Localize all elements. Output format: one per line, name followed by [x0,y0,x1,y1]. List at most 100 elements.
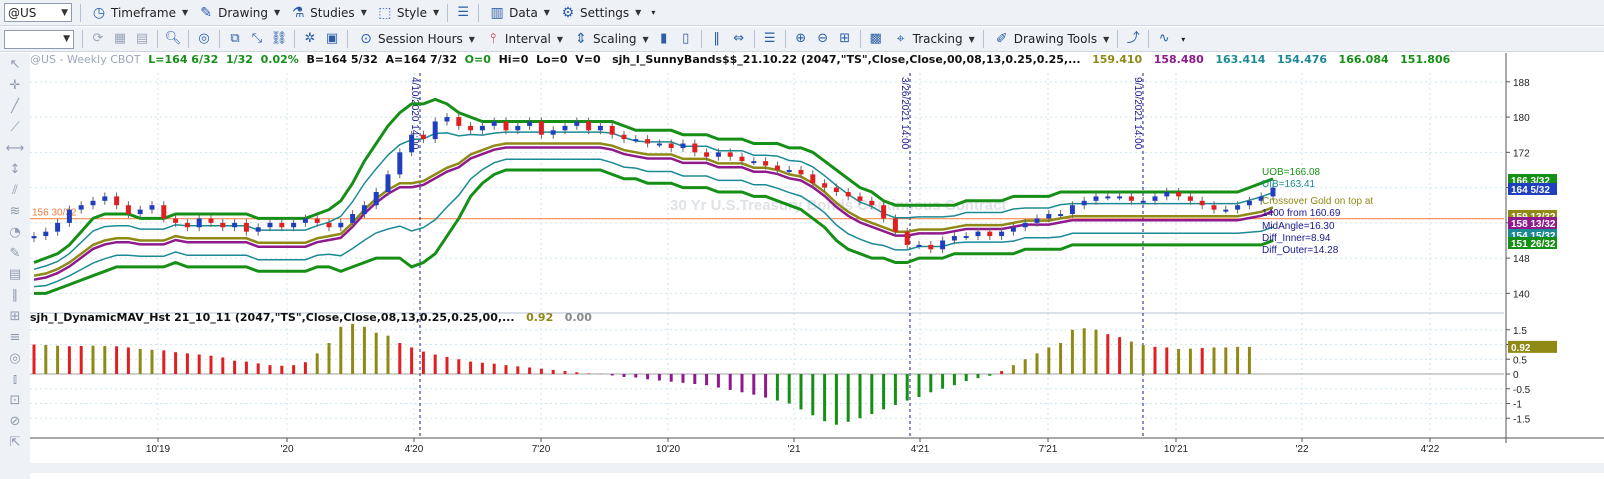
price-bar-body[interactable] [161,205,167,219]
overflow-chevron-icon[interactable]: ▾ [1177,28,1189,50]
price-bar-body[interactable] [432,121,438,140]
price-bar-body[interactable] [291,222,297,228]
price-bar-body[interactable] [751,161,757,164]
price-bar-body[interactable] [66,209,72,223]
compress-icon[interactable]: ⇔ [730,30,748,48]
price-bar-body[interactable] [586,121,592,131]
price-bar-body[interactable] [656,143,662,146]
price-bar-body[interactable] [810,174,816,184]
price-bar-body[interactable] [373,192,379,206]
price-bar-body[interactable] [928,244,934,250]
price-bar-body[interactable] [196,218,202,228]
grid-icon[interactable]: ▦ [111,30,129,48]
price-bar-body[interactable] [715,152,721,157]
data-menu[interactable]: ▥ Data ▼ [485,2,554,24]
price-bar-body[interactable] [963,236,969,239]
price-bar-body[interactable] [527,121,533,126]
lines-tool-icon[interactable]: ≡ [4,329,26,347]
price-bar-body[interactable] [951,236,957,241]
price-bar-body[interactable] [232,222,238,228]
price-bar-body[interactable] [1058,214,1064,217]
zoom-in-icon[interactable]: ⊕ [792,30,810,48]
zoom-fit-icon[interactable]: ⊞ [836,30,854,48]
price-bar-body[interactable] [220,222,226,228]
price-bar-body[interactable] [279,222,285,228]
price-bar-body[interactable] [173,218,179,223]
price-bar-body[interactable] [1223,209,1229,212]
vertical-line-icon[interactable]: ↕ [4,161,26,179]
price-bar-body[interactable] [1187,196,1193,201]
price-bar-body[interactable] [1164,192,1170,197]
settings-menu[interactable]: ⚙ Settings ▼ [556,2,645,24]
drawing-tools-menu[interactable]: ✐ Drawing Tools ▼ [990,28,1113,50]
interval-menu[interactable]: ⫯ Interval ▼ [481,28,567,50]
price-bar-body[interactable] [1176,192,1182,197]
price-bar-body[interactable] [255,227,261,232]
price-bar-body[interactable] [1246,200,1252,206]
price-bar-body[interactable] [621,134,627,140]
price-bar-body[interactable] [1140,200,1146,203]
data-window-icon[interactable]: ▩ [867,30,885,48]
link-icon[interactable]: ⛓ [270,30,288,48]
price-bar-body[interactable] [798,169,804,175]
price-bar-body[interactable] [822,183,828,188]
price-bar-body[interactable] [975,231,981,237]
price-bar-body[interactable] [833,187,839,192]
fibonacci-icon[interactable]: ≋ [4,203,26,221]
price-bar-body[interactable] [31,236,37,239]
price-bar-body[interactable] [1152,196,1158,201]
study-name[interactable]: sjh_I_SunnyBands$$_21.10.22 (2047,"TS",C… [612,53,1081,66]
price-bar-body[interactable] [881,205,887,219]
price-bar-body[interactable] [397,152,403,175]
tracking-menu[interactable]: ⌖ Tracking ▼ [889,28,979,50]
table-icon[interactable]: ▤ [133,30,151,48]
chart-svg[interactable]: 30 Yr U.S.Treasury Bonds Continuous Cont… [30,53,1604,479]
price-bar-body[interactable] [125,205,131,215]
grid-tool-icon[interactable]: ⊞ [4,308,26,326]
price-bar-body[interactable] [1211,205,1217,210]
chart-area[interactable]: 30 Yr U.S.Treasury Bonds Continuous Cont… [30,53,1604,479]
price-bar-body[interactable] [857,196,863,201]
analysis-icon[interactable]: ∿ [1155,30,1173,48]
price-bar-body[interactable] [102,196,108,201]
studies-menu[interactable]: ⚗ Studies ▼ [286,2,371,24]
price-bar-body[interactable] [338,222,344,228]
price-bar-body[interactable] [1105,196,1111,199]
price-bar-body[interactable] [361,205,367,215]
scaling-menu[interactable]: ⇕ Scaling ▼ [569,28,653,50]
bars-icon[interactable]: ‖ [708,30,726,48]
price-bar-body[interactable] [1093,196,1099,201]
price-bar-body[interactable] [326,222,332,228]
price-bar-body[interactable] [479,125,485,131]
price-bar-body[interactable] [1235,205,1241,210]
price-bar-body[interactable] [727,152,733,157]
price-bar-body[interactable] [538,121,544,135]
price-bar-body[interactable] [680,143,686,148]
price-bar-body[interactable] [420,134,426,140]
session-hours-menu[interactable]: ⊙ Session Hours ▼ [354,28,479,50]
text-icon[interactable]: ▤ [4,266,26,284]
price-bar-body[interactable] [1117,196,1123,199]
horizontal-scrollbar[interactable] [30,463,1604,473]
price-bar-body[interactable] [609,125,615,135]
price-bar-body[interactable] [208,218,214,223]
stats-tool-icon[interactable]: ⫾ [4,371,26,389]
symbol-combo[interactable]: @US ▼ [4,3,72,22]
price-bar-body[interactable] [786,169,792,172]
price-bar-body[interactable] [1010,227,1016,232]
price-bar-body[interactable] [385,174,391,192]
remove-tool-icon[interactable]: ⊘ [4,413,26,431]
resize-icon[interactable]: ⤡ [248,30,266,48]
price-bar-body[interactable] [574,121,580,126]
price-bar-body[interactable] [940,240,946,250]
style-menu[interactable]: ⬚ Style ▼ [373,2,443,24]
price-bar-body[interactable] [892,218,898,232]
price-bar-body[interactable] [503,121,509,131]
zoom-out-icon[interactable]: ⊖ [814,30,832,48]
zoom-search-icon[interactable]: 🔍︎ [164,30,182,48]
chart-image-icon[interactable]: ⧉ [226,30,244,48]
price-bar-body[interactable] [668,143,674,148]
price-bar-body[interactable] [444,117,450,122]
sub-study-name[interactable]: sjh_I_DynamicMAV_Hst 21_10_11 (2047,"TS"… [30,311,515,324]
price-bar-body[interactable] [999,231,1005,237]
